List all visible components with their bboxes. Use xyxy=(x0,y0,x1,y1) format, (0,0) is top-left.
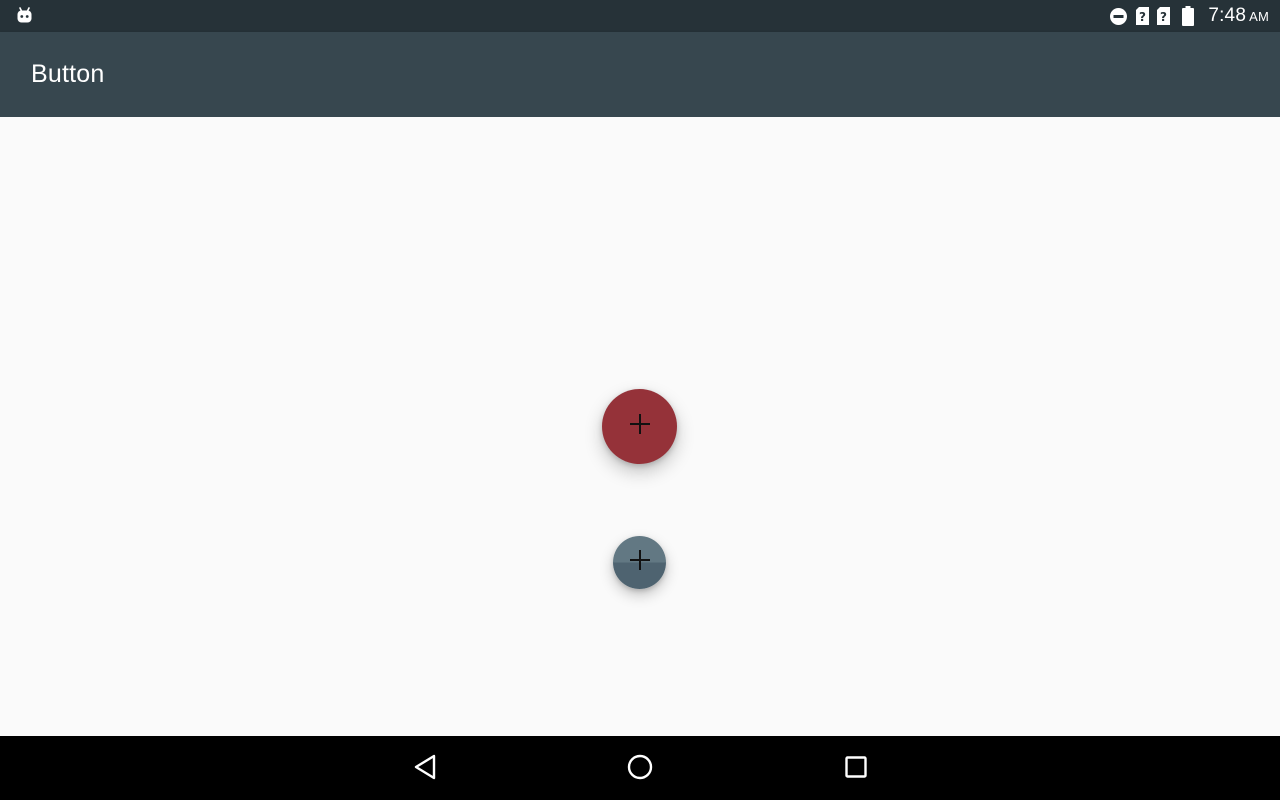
clock-ampm: AM xyxy=(1249,9,1269,24)
clock-time: 7:48 xyxy=(1208,5,1247,26)
android-icon xyxy=(15,6,34,25)
app-bar: Button xyxy=(0,32,1280,117)
recents-button[interactable] xyxy=(839,752,873,786)
fab-large-add-button[interactable] xyxy=(602,389,677,464)
battery-icon xyxy=(1182,6,1195,26)
main-content xyxy=(0,117,1280,736)
svg-text:?: ? xyxy=(1139,10,1146,24)
status-bar: ? ? 7:48 AM xyxy=(0,0,1280,32)
status-clock: 7:48 AM xyxy=(1208,5,1269,27)
page-title: Button xyxy=(31,60,105,88)
do-not-disturb-icon xyxy=(1109,7,1128,26)
back-icon xyxy=(412,753,438,786)
svg-text:?: ? xyxy=(1160,10,1167,24)
plus-icon xyxy=(629,413,651,440)
home-icon xyxy=(626,753,654,786)
plus-icon xyxy=(629,549,651,576)
sim-unknown-icon: ? xyxy=(1157,7,1171,25)
recents-icon xyxy=(844,755,868,784)
home-button[interactable] xyxy=(623,752,657,786)
fab-small-add-button[interactable] xyxy=(613,536,666,589)
navigation-bar xyxy=(0,736,1280,800)
sim-unknown-icon: ? xyxy=(1136,7,1150,25)
status-icons: ? ? 7:48 AM xyxy=(1101,0,1269,32)
back-button[interactable] xyxy=(408,752,442,786)
